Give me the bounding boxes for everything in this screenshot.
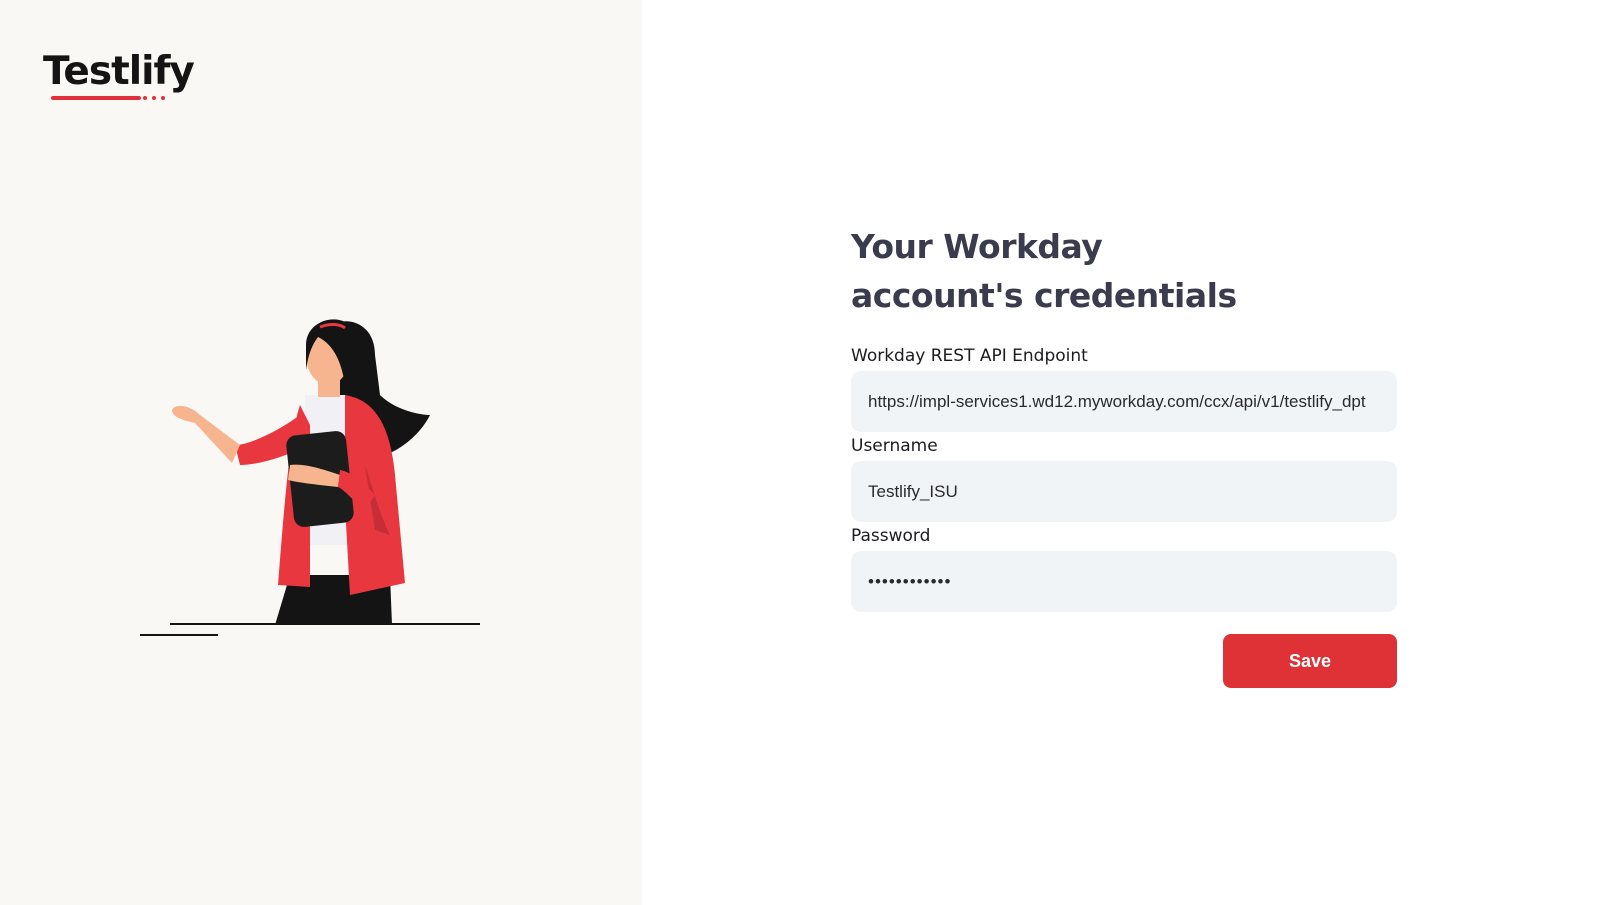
logo-text: Testlify	[43, 49, 195, 94]
logo-underline	[51, 96, 141, 100]
left-panel: Testlify	[0, 0, 642, 905]
form-title: Your Workday account's credentials	[851, 227, 1237, 315]
endpoint-input[interactable]	[851, 371, 1397, 432]
logo-dots	[143, 96, 165, 100]
save-button[interactable]: Save	[1223, 634, 1397, 688]
woman-holding-tablet-illustration	[140, 319, 480, 636]
right-panel: Your Workday account's credentials Workd…	[642, 0, 1600, 905]
endpoint-label: Workday REST API Endpoint	[851, 346, 1088, 366]
username-input[interactable]	[851, 461, 1397, 522]
form-actions: Save	[851, 634, 1397, 688]
password-input[interactable]	[851, 551, 1397, 612]
password-label: Password	[851, 526, 931, 546]
testlify-logo: Testlify	[43, 49, 195, 112]
username-label: Username	[851, 436, 938, 456]
credentials-form: Your Workday account's credentials Workd…	[851, 222, 1397, 688]
page: Testlify Your Workday account's credenti…	[0, 0, 1600, 905]
